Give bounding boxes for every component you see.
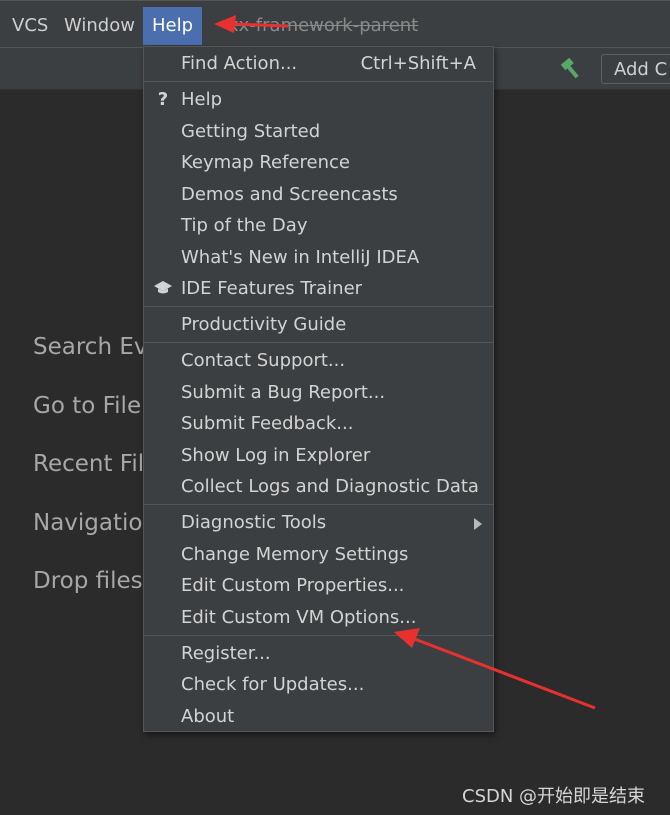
menu-item-whats-new[interactable]: What's New in IntelliJ IDEA — [144, 242, 493, 273]
hint-drop-files: Drop files — [33, 568, 143, 594]
menu-item-label: Show Log in Explorer — [181, 445, 371, 466]
menu-item-label: Submit Feedback... — [181, 413, 354, 434]
menu-item-edit-custom-vm-options[interactable]: Edit Custom VM Options... — [144, 602, 493, 633]
watermark: CSDN @开始即是结束 — [462, 786, 646, 807]
menu-item-label: Edit Custom VM Options... — [181, 607, 417, 628]
menu-item-find-action[interactable]: Find Action... Ctrl+Shift+A — [144, 48, 493, 79]
menu-item-help[interactable]: ? Help — [144, 84, 493, 115]
menu-item-label: Help — [181, 89, 223, 110]
menu-item-register[interactable]: Register... — [144, 638, 493, 669]
hint-recent-files: Recent Fil — [33, 451, 145, 477]
menu-item-features-trainer[interactable]: IDE Features Trainer — [144, 273, 493, 304]
menu-item-label: Edit Custom Properties... — [181, 575, 405, 596]
menu-separator — [144, 81, 493, 82]
menu-item-label: IDE Features Trainer — [181, 278, 363, 299]
menu-item-label: Register... — [181, 643, 271, 664]
menu-item-demos[interactable]: Demos and Screencasts — [144, 179, 493, 210]
menu-item-label: Check for Updates... — [181, 674, 365, 695]
menu-item-contact-support[interactable]: Contact Support... — [144, 345, 493, 376]
project-title: xx-framework-parent — [228, 15, 419, 36]
menu-item-productivity-guide[interactable]: Productivity Guide — [144, 309, 493, 340]
menu-item-change-memory[interactable]: Change Memory Settings — [144, 539, 493, 570]
menu-help[interactable]: Help — [143, 7, 203, 45]
help-dropdown-menu: Find Action... Ctrl+Shift+A ? Help Getti… — [143, 46, 494, 732]
shortcut-label: Ctrl+Shift+A — [360, 53, 476, 74]
menu-item-diagnostic-tools[interactable]: Diagnostic Tools — [144, 507, 493, 538]
menu-item-label: Getting Started — [181, 121, 321, 142]
graduation-cap-icon — [154, 281, 172, 294]
menu-separator — [144, 635, 493, 636]
add-configuration-button[interactable]: Add C — [601, 54, 670, 84]
hint-search-everywhere: Search Ev — [33, 334, 148, 360]
menu-item-label: About — [181, 706, 235, 727]
build-hammer-icon[interactable] — [558, 54, 586, 82]
menu-item-submit-feedback[interactable]: Submit Feedback... — [144, 408, 493, 439]
menu-item-label: What's New in IntelliJ IDEA — [181, 247, 420, 268]
menu-item-getting-started[interactable]: Getting Started — [144, 116, 493, 147]
menu-separator — [144, 306, 493, 307]
menu-item-about[interactable]: About — [144, 701, 493, 732]
menu-item-label: Keymap Reference — [181, 152, 350, 173]
menu-item-label: Change Memory Settings — [181, 544, 409, 565]
menu-window[interactable]: Window — [55, 7, 144, 45]
menu-vcs[interactable]: VCS — [3, 7, 57, 45]
menu-item-label: Productivity Guide — [181, 314, 347, 335]
menu-item-label: Find Action... — [181, 53, 298, 74]
menu-item-label: Demos and Screencasts — [181, 184, 398, 205]
question-icon: ? — [157, 89, 169, 110]
menu-item-label: Contact Support... — [181, 350, 346, 371]
menu-item-show-log[interactable]: Show Log in Explorer — [144, 440, 493, 471]
menu-item-tip-of-day[interactable]: Tip of the Day — [144, 210, 493, 241]
menu-item-edit-custom-properties[interactable]: Edit Custom Properties... — [144, 570, 493, 601]
welcome-hints: Search Ev Go to File Recent Fil Navigati… — [33, 328, 147, 621]
menu-bar: VCS Window Help xx-framework-parent — [0, 0, 670, 47]
submenu-arrow-icon — [474, 518, 482, 530]
menu-item-label: Submit a Bug Report... — [181, 382, 386, 403]
menu-item-label: Collect Logs and Diagnostic Data — [181, 476, 479, 497]
menu-item-check-updates[interactable]: Check for Updates... — [144, 669, 493, 700]
menu-separator — [144, 342, 493, 343]
menu-item-label: Tip of the Day — [181, 215, 308, 236]
menu-separator — [144, 504, 493, 505]
menu-item-submit-bug[interactable]: Submit a Bug Report... — [144, 377, 493, 408]
hint-navigation-bar: Navigatio — [33, 509, 143, 536]
hint-go-to-file: Go to File — [33, 392, 142, 419]
menu-item-label: Diagnostic Tools — [181, 512, 327, 533]
menu-item-keymap-reference[interactable]: Keymap Reference — [144, 147, 493, 178]
menu-item-collect-logs[interactable]: Collect Logs and Diagnostic Data — [144, 471, 493, 502]
